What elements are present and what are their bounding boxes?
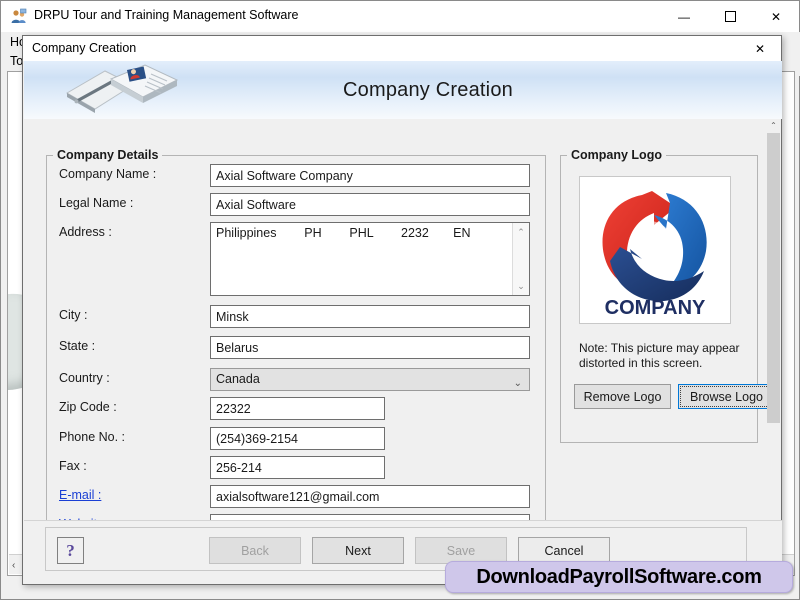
company-logo-group: Company Logo [560, 155, 758, 443]
minimize-icon: — [678, 10, 690, 24]
address-scrollbar[interactable]: ⌃ ⌄ [512, 223, 529, 295]
close-icon: ✕ [755, 42, 765, 56]
scrollbar-thumb[interactable] [767, 133, 780, 423]
address-textarea[interactable]: Philippines PH PHL 2232 EN ⌃ ⌄ [210, 222, 530, 296]
close-window-button[interactable]: ✕ [753, 1, 799, 32]
company-name-input[interactable] [210, 164, 530, 187]
zip-code-input[interactable] [210, 397, 385, 420]
back-label: Back [241, 544, 269, 558]
dialog-title: Company Creation [32, 41, 136, 55]
watermark-text: DownloadPayrollSoftware.com [476, 566, 761, 589]
label-state: State : [59, 339, 95, 353]
label-zip-code: Zip Code : [59, 400, 117, 414]
dialog-banner: Company Creation [24, 61, 782, 119]
dialog-titlebar: Company Creation ✕ [23, 36, 781, 61]
next-label: Next [345, 544, 371, 558]
phone-no-input[interactable] [210, 427, 385, 450]
country-selected-value: Canada [216, 372, 260, 386]
address-value: Philippines PH PHL 2232 EN [216, 226, 471, 240]
cancel-button[interactable]: Cancel [518, 537, 610, 564]
dialog-close-button[interactable]: ✕ [739, 36, 781, 61]
email-link-label[interactable]: E-mail : [59, 488, 101, 502]
remove-logo-label: Remove Logo [584, 390, 662, 404]
label-fax: Fax : [59, 459, 87, 473]
logo-distortion-note: Note: This picture may appear distorted … [579, 341, 747, 371]
scroll-down-icon[interactable]: ⌄ [513, 279, 529, 293]
fax-input[interactable] [210, 456, 385, 479]
help-button[interactable]: ? [57, 537, 84, 564]
company-logo-preview: COMPANY [579, 176, 731, 324]
question-mark-icon: ? [66, 541, 75, 561]
window-title: DRPU Tour and Training Management Softwa… [34, 8, 299, 22]
state-input[interactable] [210, 336, 530, 359]
label-country: Country : [59, 371, 110, 385]
label-company-name: Company Name : [59, 167, 156, 181]
chevron-down-icon: ⌄ [514, 373, 522, 394]
company-swirl-logo: COMPANY [580, 177, 730, 323]
company-details-group: Company Details Company Name : Legal Nam… [46, 155, 546, 543]
scroll-up-icon[interactable]: ⌃ [513, 225, 529, 239]
dialog-vertical-scrollbar[interactable]: ⌃ [767, 119, 780, 553]
save-button[interactable]: Save [415, 537, 507, 564]
country-select[interactable]: Canada ⌄ [210, 368, 530, 391]
label-city: City : [59, 308, 87, 322]
email-input[interactable] [210, 485, 530, 508]
city-input[interactable] [210, 305, 530, 328]
back-button[interactable]: Back [209, 537, 301, 564]
browse-logo-button[interactable]: Browse Logo [678, 384, 769, 409]
next-button[interactable]: Next [312, 537, 404, 564]
legal-name-input[interactable] [210, 193, 530, 216]
company-creation-dialog: Company Creation ✕ [22, 35, 782, 585]
scroll-up-icon[interactable]: ⌃ [767, 119, 780, 132]
close-icon: ✕ [771, 10, 781, 24]
focus-ring [680, 386, 769, 407]
watermark-banner: DownloadPayrollSoftware.com [445, 561, 793, 593]
cancel-label: Cancel [545, 544, 584, 558]
maximize-icon [725, 11, 736, 22]
dialog-heading: Company Creation [24, 61, 782, 119]
maximize-button[interactable] [707, 1, 753, 32]
dialog-body: Company Details Company Name : Legal Nam… [24, 119, 769, 553]
company-details-legend: Company Details [53, 148, 162, 162]
logo-wordmark: COMPANY [605, 297, 706, 319]
app-people-icon [10, 8, 27, 25]
window-titlebar: DRPU Tour and Training Management Softwa… [1, 1, 799, 32]
tabstrip-scroll-left-icon[interactable]: ‹ [12, 560, 15, 571]
remove-logo-button[interactable]: Remove Logo [574, 384, 671, 409]
label-legal-name: Legal Name : [59, 196, 133, 210]
minimize-button[interactable]: — [661, 1, 707, 32]
label-phone-no: Phone No. : [59, 430, 125, 444]
save-label: Save [447, 544, 476, 558]
company-logo-legend: Company Logo [567, 148, 666, 162]
label-address: Address : [59, 225, 112, 239]
